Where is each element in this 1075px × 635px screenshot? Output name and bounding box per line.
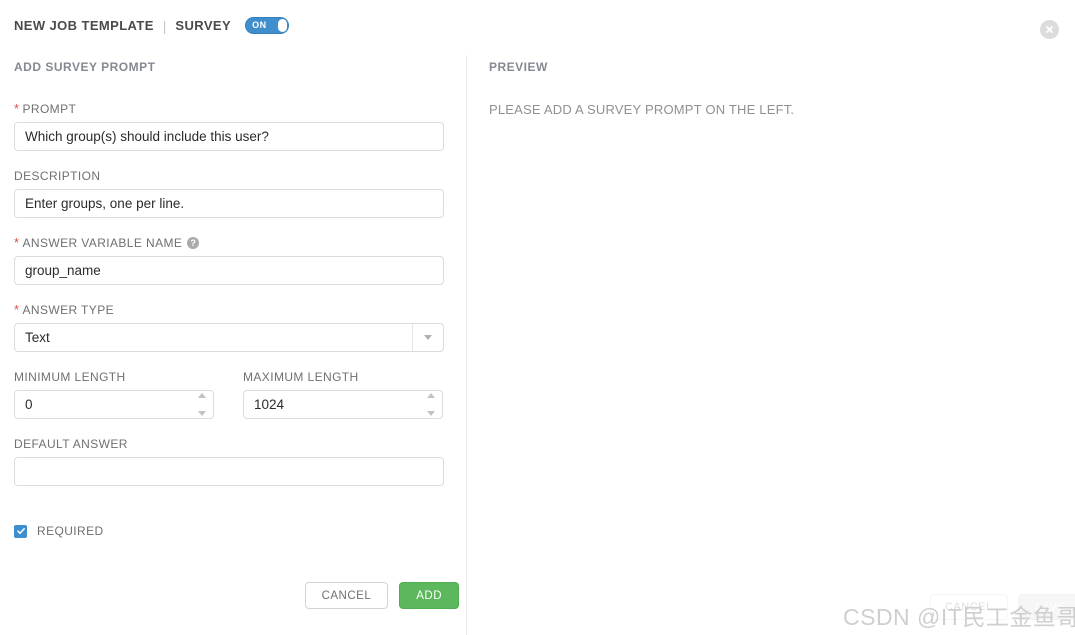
form-actions: CANCEL ADD (14, 582, 459, 609)
required-asterisk-icon: * (14, 101, 20, 116)
add-button[interactable]: ADD (399, 582, 459, 609)
answer-variable-name-label: * ANSWER VARIABLE NAME ? (14, 236, 444, 250)
minimum-length-label-text: MINIMUM LENGTH (14, 370, 126, 384)
add-survey-prompt-panel: ADD SURVEY PROMPT * PROMPT DESCRIPTION *… (14, 60, 459, 609)
chevron-up-icon[interactable] (198, 393, 206, 398)
close-icon[interactable] (1040, 20, 1059, 39)
required-asterisk-icon: * (14, 302, 20, 317)
maximum-length-stepper[interactable] (425, 393, 437, 416)
default-answer-label: DEFAULT ANSWER (14, 437, 444, 451)
cancel-button[interactable]: CANCEL (304, 582, 389, 609)
chevron-down-icon[interactable] (412, 324, 443, 351)
minimum-length-field: MINIMUM LENGTH (14, 370, 214, 419)
maximum-length-label: MAXIMUM LENGTH (243, 370, 443, 384)
header-separator: | (162, 17, 167, 34)
default-answer-label-text: DEFAULT ANSWER (14, 437, 128, 451)
preview-empty-message: PLEASE ADD A SURVEY PROMPT ON THE LEFT. (489, 102, 795, 117)
answer-type-field: * ANSWER TYPE Text (14, 303, 444, 352)
header-subtitle: SURVEY (175, 18, 232, 33)
answer-variable-name-label-text: ANSWER VARIABLE NAME (22, 236, 183, 250)
help-question-icon[interactable]: ? (187, 237, 200, 249)
description-input[interactable] (14, 189, 444, 218)
description-field: DESCRIPTION (14, 169, 444, 218)
required-checkbox-label: REQUIRED (37, 524, 104, 538)
required-asterisk-icon: * (14, 235, 20, 250)
maximum-length-input[interactable] (243, 390, 443, 419)
answer-variable-name-input[interactable] (14, 256, 444, 285)
required-checkbox-row: REQUIRED (14, 524, 444, 538)
page-title: NEW JOB TEMPLATE (14, 18, 154, 33)
preview-title: PREVIEW (489, 60, 548, 74)
default-answer-field: DEFAULT ANSWER (14, 437, 444, 486)
answer-type-select[interactable]: Text (14, 323, 444, 352)
preview-panel: PREVIEW PLEASE ADD A SURVEY PROMPT ON TH… (489, 60, 1049, 117)
default-answer-input[interactable] (14, 457, 444, 486)
background-cancel-button[interactable]: CANCEL (930, 594, 1008, 620)
background-save-button[interactable]: SAVE (1017, 594, 1075, 620)
maximum-length-label-text: MAXIMUM LENGTH (243, 370, 359, 384)
survey-toggle-knob (278, 19, 288, 32)
survey-toggle-label: ON (252, 20, 267, 30)
minimum-length-stepper[interactable] (196, 393, 208, 416)
minimum-length-input[interactable] (14, 390, 214, 419)
panel-divider (466, 55, 467, 635)
required-checkbox[interactable] (14, 524, 27, 538)
minimum-length-label: MINIMUM LENGTH (14, 370, 214, 384)
chevron-down-icon[interactable] (198, 411, 206, 416)
chevron-up-icon[interactable] (427, 393, 435, 398)
left-panel-title: ADD SURVEY PROMPT (14, 60, 156, 74)
prompt-field: * PROMPT (14, 102, 444, 151)
chevron-down-icon[interactable] (427, 411, 435, 416)
answer-type-label-text: ANSWER TYPE (22, 303, 114, 317)
prompt-label-text: PROMPT (22, 102, 77, 116)
maximum-length-field: MAXIMUM LENGTH (243, 370, 443, 419)
page-header: NEW JOB TEMPLATE | SURVEY ON (14, 17, 290, 34)
answer-type-selected-value: Text (25, 330, 50, 345)
answer-type-label: * ANSWER TYPE (14, 303, 444, 317)
prompt-label: * PROMPT (14, 102, 444, 116)
answer-variable-name-field: * ANSWER VARIABLE NAME ? (14, 236, 444, 285)
length-row: MINIMUM LENGTH MAXIMUM LENGTH (14, 370, 444, 419)
description-label-text: DESCRIPTION (14, 169, 101, 183)
survey-toggle[interactable]: ON (245, 17, 290, 34)
description-label: DESCRIPTION (14, 169, 444, 183)
background-form-actions: CANCEL SAVE (930, 594, 1075, 620)
prompt-input[interactable] (14, 122, 444, 151)
